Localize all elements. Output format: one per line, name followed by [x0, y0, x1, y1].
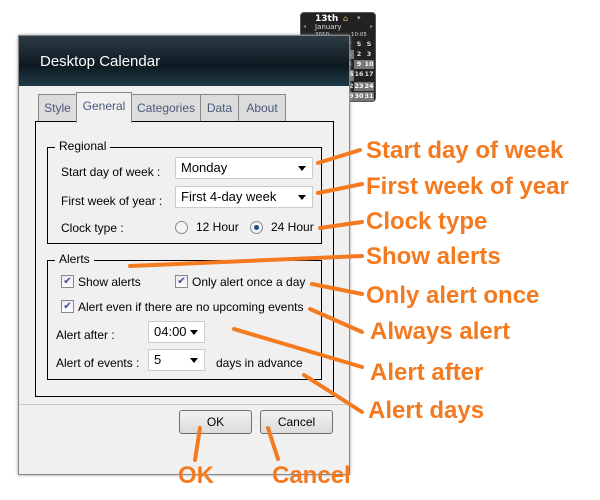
annotation-line	[193, 426, 202, 462]
annotation-only-once: Only alert once	[366, 282, 540, 309]
annotation-line	[308, 307, 364, 334]
annotation-line	[266, 426, 280, 461]
annotation-line	[318, 220, 364, 230]
annotation-line	[302, 373, 364, 414]
annotation-line	[310, 282, 364, 296]
annotation-always-alert: Always alert	[370, 318, 511, 345]
annotation-cancel: Cancel	[272, 462, 351, 489]
annotation-show-alerts: Show alerts	[366, 243, 501, 270]
annotation-lines	[128, 148, 364, 462]
annotation-line	[316, 182, 364, 195]
annotation-line	[316, 148, 362, 165]
annotation-line	[128, 254, 364, 268]
annotation-alert-days: Alert days	[368, 397, 485, 424]
annotation-ok: OK	[178, 462, 214, 489]
tab-general[interactable]: General	[76, 92, 132, 123]
annotation-clock-type: Clock type	[366, 208, 488, 235]
annotation-first-week: First week of year	[366, 173, 569, 200]
annotation-line	[232, 327, 364, 369]
annotation-alert-after: Alert after	[370, 359, 484, 386]
annotation-start-day: Start day of week	[366, 137, 564, 164]
